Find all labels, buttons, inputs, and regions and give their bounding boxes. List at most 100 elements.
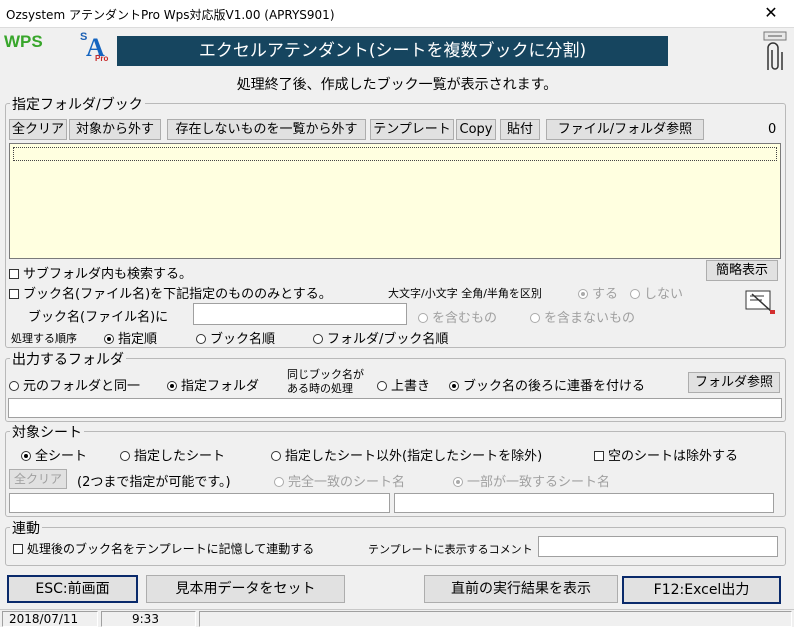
subfolder-checkbox[interactable]: サブフォルダ内も検索する。 [9,263,192,282]
except-specified-label: 指定したシート以外(指定したシートを除外) [285,449,543,464]
close-button[interactable]: ✕ [748,0,794,28]
specified-sheets-radio[interactable]: 指定したシート [120,445,225,464]
contains-label: を含むもの [432,311,498,326]
set-sample-data-button[interactable]: 見本用データをセット [146,575,345,603]
same-folder-radio[interactable]: 元のフォルダと同一 [9,375,140,394]
same-folder-label: 元のフォルダと同一 [23,379,141,394]
contains-radio[interactable]: を含むもの [418,307,497,326]
brief-display-button[interactable]: 簡略表示 [706,260,778,281]
overwrite-dot[interactable] [377,381,387,391]
order-bookname-dot[interactable] [196,334,206,344]
title-bar: Ozsystem アテンダントPro Wps対応版V1.00 (APRYS901… [0,0,794,28]
wps-logo: WPS [4,32,43,51]
exact-match-label: 完全一致のシート名 [288,475,406,490]
folder-group-legend: 指定フォルダ/ブック [10,94,145,114]
remember-checkbox[interactable]: 処理後のブック名をテンプレートに記憶して連動する [13,540,314,557]
case-yes-label: する [592,287,619,302]
output-folder-input[interactable] [8,398,782,418]
bookname-only-label: ブック名(ファイル名)を下記指定のもののみとする。 [23,287,332,302]
remember-box[interactable] [13,544,23,554]
template-button[interactable]: テンプレート [370,119,454,140]
status-bar: 2018/07/11 9:33 [0,609,794,627]
exact-match-dot[interactable] [274,477,284,487]
order-folder-radio[interactable]: フォルダ/ブック名順 [313,328,448,347]
append-number-radio[interactable]: ブック名の後ろに連番を付ける [449,375,645,394]
subfolder-checkbox-box[interactable] [9,269,19,279]
same-folder-dot[interactable] [9,381,19,391]
not-contains-label: を含まないもの [544,311,636,326]
overwrite-label: 上書き [391,379,431,394]
overwrite-radio[interactable]: 上書き [377,375,430,394]
subfolder-label: サブフォルダ内も検索する。 [23,267,193,282]
page-subtitle: 処理終了後、作成したブック一覧が表示されます。 [236,77,558,93]
sheet-group-legend: 対象シート [10,422,84,442]
sa-pro-logo: S A Pro [78,31,114,65]
sheet-name-input-2[interactable] [394,493,774,513]
all-sheets-radio[interactable]: 全シート [21,445,87,464]
status-date: 2018/07/11 [2,611,98,627]
bookname-only-box[interactable] [9,289,19,299]
order-folder-label: フォルダ/ブック名順 [327,332,449,347]
order-bookname-label: ブック名順 [210,332,276,347]
all-sheets-dot[interactable] [21,451,31,461]
copy-button[interactable]: Copy [456,119,496,140]
bookname-input[interactable] [193,303,407,325]
bookname-only-checkbox[interactable]: ブック名(ファイル名)を下記指定のもののみとする。 [9,283,332,302]
exclude-empty-checkbox[interactable]: 空のシートは除外する [594,445,738,464]
all-sheets-label: 全シート [35,449,88,464]
order-specified-label: 指定順 [118,332,158,347]
specified-folder-dot[interactable] [167,381,177,391]
document-edit-icon[interactable] [744,288,778,316]
order-folder-dot[interactable] [313,334,323,344]
partial-match-radio[interactable]: 一部が一致するシート名 [453,471,610,490]
specified-sheets-dot[interactable] [120,451,130,461]
same-name-label-2: ある時の処理 [287,382,353,395]
comment-input[interactable] [538,536,778,557]
order-bookname-radio[interactable]: ブック名順 [196,328,275,347]
comment-label: テンプレートに表示するコメント [368,543,533,556]
link-group-legend: 連動 [10,518,42,538]
bookname-label: ブック名(ファイル名)に [28,310,169,325]
page-banner: エクセルアテンダント(シートを複数ブックに分割) [117,36,668,66]
exact-match-radio[interactable]: 完全一致のシート名 [274,471,405,490]
append-number-dot[interactable] [449,381,459,391]
not-contains-radio-dot[interactable] [530,313,540,323]
order-specified-dot[interactable] [104,334,114,344]
remove-from-target-button[interactable]: 対象から外す [69,119,161,140]
case-no-radio[interactable]: しない [630,283,683,302]
except-specified-radio[interactable]: 指定したシート以外(指定したシートを除外) [271,445,542,464]
remove-nonexistent-button[interactable]: 存在しないものを一覧から外す [167,119,366,140]
specified-folder-radio[interactable]: 指定フォルダ [167,375,259,394]
output-group-legend: 出力するフォルダ [10,349,126,369]
file-folder-browse-button[interactable]: ファイル/フォルダ参照 [546,119,704,140]
sheet-note: (2つまで指定が可能です。) [77,475,231,490]
esc-back-button[interactable]: ESC:前画面 [7,575,138,603]
folder-browse-button[interactable]: フォルダ参照 [688,372,780,393]
exclude-empty-box[interactable] [594,451,604,461]
case-yes-radio-dot[interactable] [578,289,588,299]
show-last-result-button[interactable]: 直前の実行結果を表示 [424,575,618,603]
f12-excel-output-button[interactable]: F12:Excel出力 [622,576,781,604]
not-contains-radio[interactable]: を含まないもの [530,307,635,326]
order-label: 処理する順序 [11,332,77,345]
case-yes-radio[interactable]: する [578,283,618,302]
list-focus-row[interactable] [13,147,777,161]
window-title: Ozsystem アテンダントPro Wps対応版V1.00 (APRYS901… [6,8,335,22]
order-specified-radio[interactable]: 指定順 [104,328,157,347]
folder-list[interactable] [9,143,781,259]
contains-radio-dot[interactable] [418,313,428,323]
partial-match-dot[interactable] [453,477,463,487]
clear-all-button[interactable]: 全クリア [9,119,67,140]
paperclip-icon[interactable] [760,28,790,72]
case-no-radio-dot[interactable] [630,289,640,299]
partial-match-label: 一部が一致するシート名 [467,475,611,490]
status-empty [199,611,792,627]
remember-label: 処理後のブック名をテンプレートに記憶して連動する [27,542,315,556]
exclude-empty-label: 空のシートは除外する [608,449,739,464]
except-specified-dot[interactable] [271,451,281,461]
specified-sheets-label: 指定したシート [134,449,226,464]
append-number-label: ブック名の後ろに連番を付ける [463,379,646,394]
paste-button[interactable]: 貼付 [500,119,540,140]
sheet-name-input-1[interactable] [9,493,390,513]
sheet-clear-button[interactable]: 全クリア [9,469,67,489]
